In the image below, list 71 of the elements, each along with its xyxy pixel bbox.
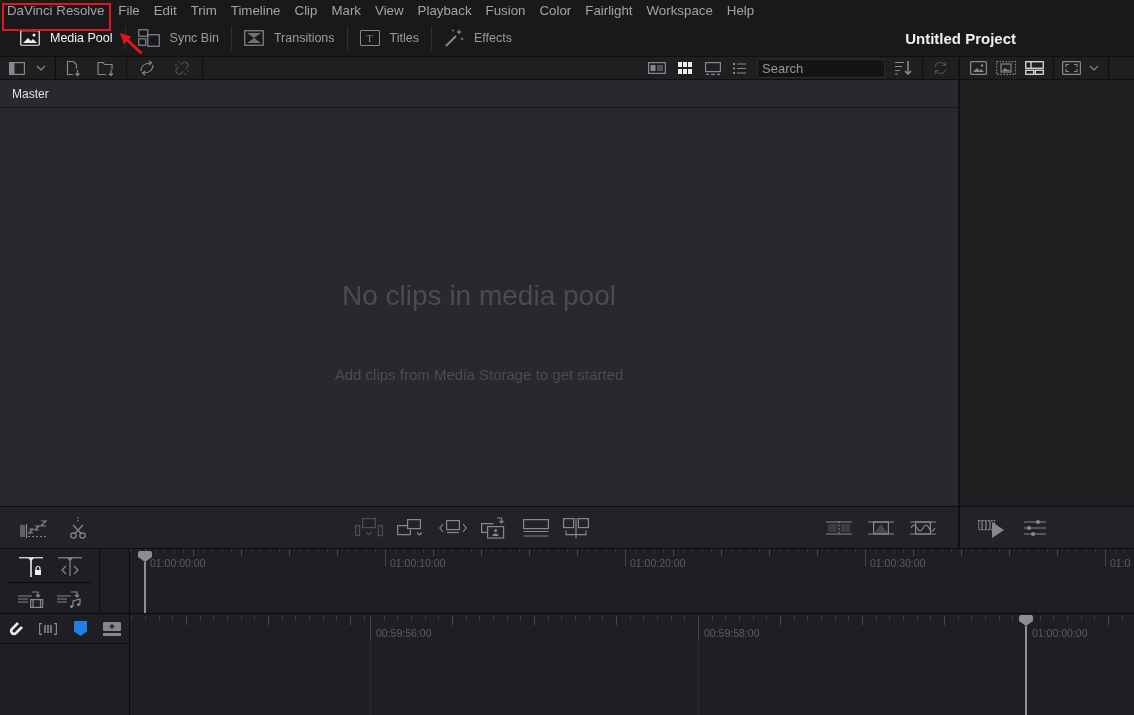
timecode-label: 01:00:10:00 [389, 557, 447, 569]
dashed-image-icon[interactable] [996, 61, 1016, 75]
list-view-icon[interactable] [733, 62, 746, 74]
title-icon: T [359, 30, 380, 46]
sliders-icon[interactable] [1024, 519, 1046, 536]
panel-tab[interactable]: Transitions [243, 28, 335, 48]
project-title: Untitled Project [905, 29, 1016, 47]
menu-item[interactable]: Workspace [639, 1, 720, 19]
wave-frame-icon[interactable] [909, 520, 937, 535]
bin-name[interactable]: Master [12, 86, 49, 101]
stacked-rectangles-icon[interactable] [523, 518, 549, 537]
menu-item[interactable]: Timeline [223, 1, 288, 19]
annotation-arrow [119, 31, 143, 54]
link-bars-icon[interactable] [39, 622, 57, 635]
menu-item[interactable]: Mark [324, 1, 368, 19]
sleep-icon[interactable] [20, 517, 48, 538]
image-icon[interactable] [970, 61, 987, 75]
timecode-label: 01:00:30:00 [869, 557, 927, 569]
lines-music-icon[interactable] [56, 588, 83, 608]
timecode-label: 01:00:20:00 [629, 557, 687, 569]
add-track-icon[interactable] [103, 621, 121, 636]
timecode-label: 01:0 [1109, 557, 1132, 569]
chevron-down-icon[interactable] [36, 65, 46, 71]
dashed-divider-icon[interactable] [825, 520, 853, 535]
playhead-chevrons-icon[interactable] [57, 557, 82, 577]
menu-item[interactable]: Help [719, 1, 762, 19]
sidebar-icon[interactable] [9, 61, 25, 75]
timecode-label: 01:00:00:00 [1031, 626, 1089, 639]
menu-item[interactable]: Clip [287, 1, 325, 19]
transition-icon [243, 30, 264, 46]
playhead[interactable] [1019, 615, 1033, 715]
grid-view-icon[interactable] [678, 62, 692, 74]
panel-tab[interactable]: Media Pool [20, 28, 113, 48]
menu-item[interactable]: File [111, 1, 147, 19]
menu-item[interactable]: Trim [183, 1, 224, 19]
magnet-icon[interactable] [8, 620, 24, 637]
timecode-label: 00:59:58:00 [703, 626, 761, 639]
menu-item[interactable]: Color [532, 1, 579, 19]
playhead[interactable] [138, 551, 152, 613]
file-import-icon[interactable] [66, 60, 80, 76]
rectangle-arrows-icon[interactable] [439, 519, 467, 536]
search-field[interactable]: Search [757, 58, 885, 78]
panel-tab[interactable]: Sync Bin [137, 28, 219, 48]
menu-item[interactable]: DaVinci Resolve [0, 1, 112, 19]
sync-icon[interactable] [139, 60, 155, 76]
lines-film-icon[interactable] [17, 588, 44, 608]
filmstrip-view-icon[interactable] [704, 61, 721, 75]
menu-item[interactable]: Fusion [478, 1, 533, 19]
tiles-icon[interactable] [1025, 61, 1044, 75]
chevron-down-icon[interactable] [1089, 65, 1099, 71]
playhead-lock-icon[interactable] [18, 557, 43, 577]
menu-item[interactable]: Edit [146, 1, 184, 19]
panel-tab[interactable]: Effects [443, 28, 512, 48]
magic-wand-icon [443, 28, 464, 48]
screens-icon [137, 29, 160, 47]
flag-icon[interactable] [73, 621, 87, 636]
triangle-frame-icon[interactable] [867, 520, 895, 535]
fullscreen-icon[interactable] [1062, 61, 1081, 75]
menu-item[interactable]: View [368, 1, 411, 19]
timecode-label: 00:59:56:00 [375, 626, 433, 639]
folder-import-icon[interactable] [97, 60, 114, 76]
scissors-icon[interactable] [70, 516, 86, 539]
metadata-view-icon[interactable] [647, 62, 666, 74]
timecode-label: 01:00:00:00 [149, 557, 207, 569]
menu-item[interactable]: Playback [410, 1, 479, 19]
rectangles-chevron-icon[interactable] [397, 518, 425, 537]
split-rectangle-icon[interactable] [563, 517, 589, 538]
menu-item[interactable]: Fairlight [578, 1, 640, 19]
image-icon [20, 30, 40, 46]
sort-icon[interactable] [895, 61, 912, 75]
panel-tab[interactable]: T Titles [359, 28, 419, 48]
